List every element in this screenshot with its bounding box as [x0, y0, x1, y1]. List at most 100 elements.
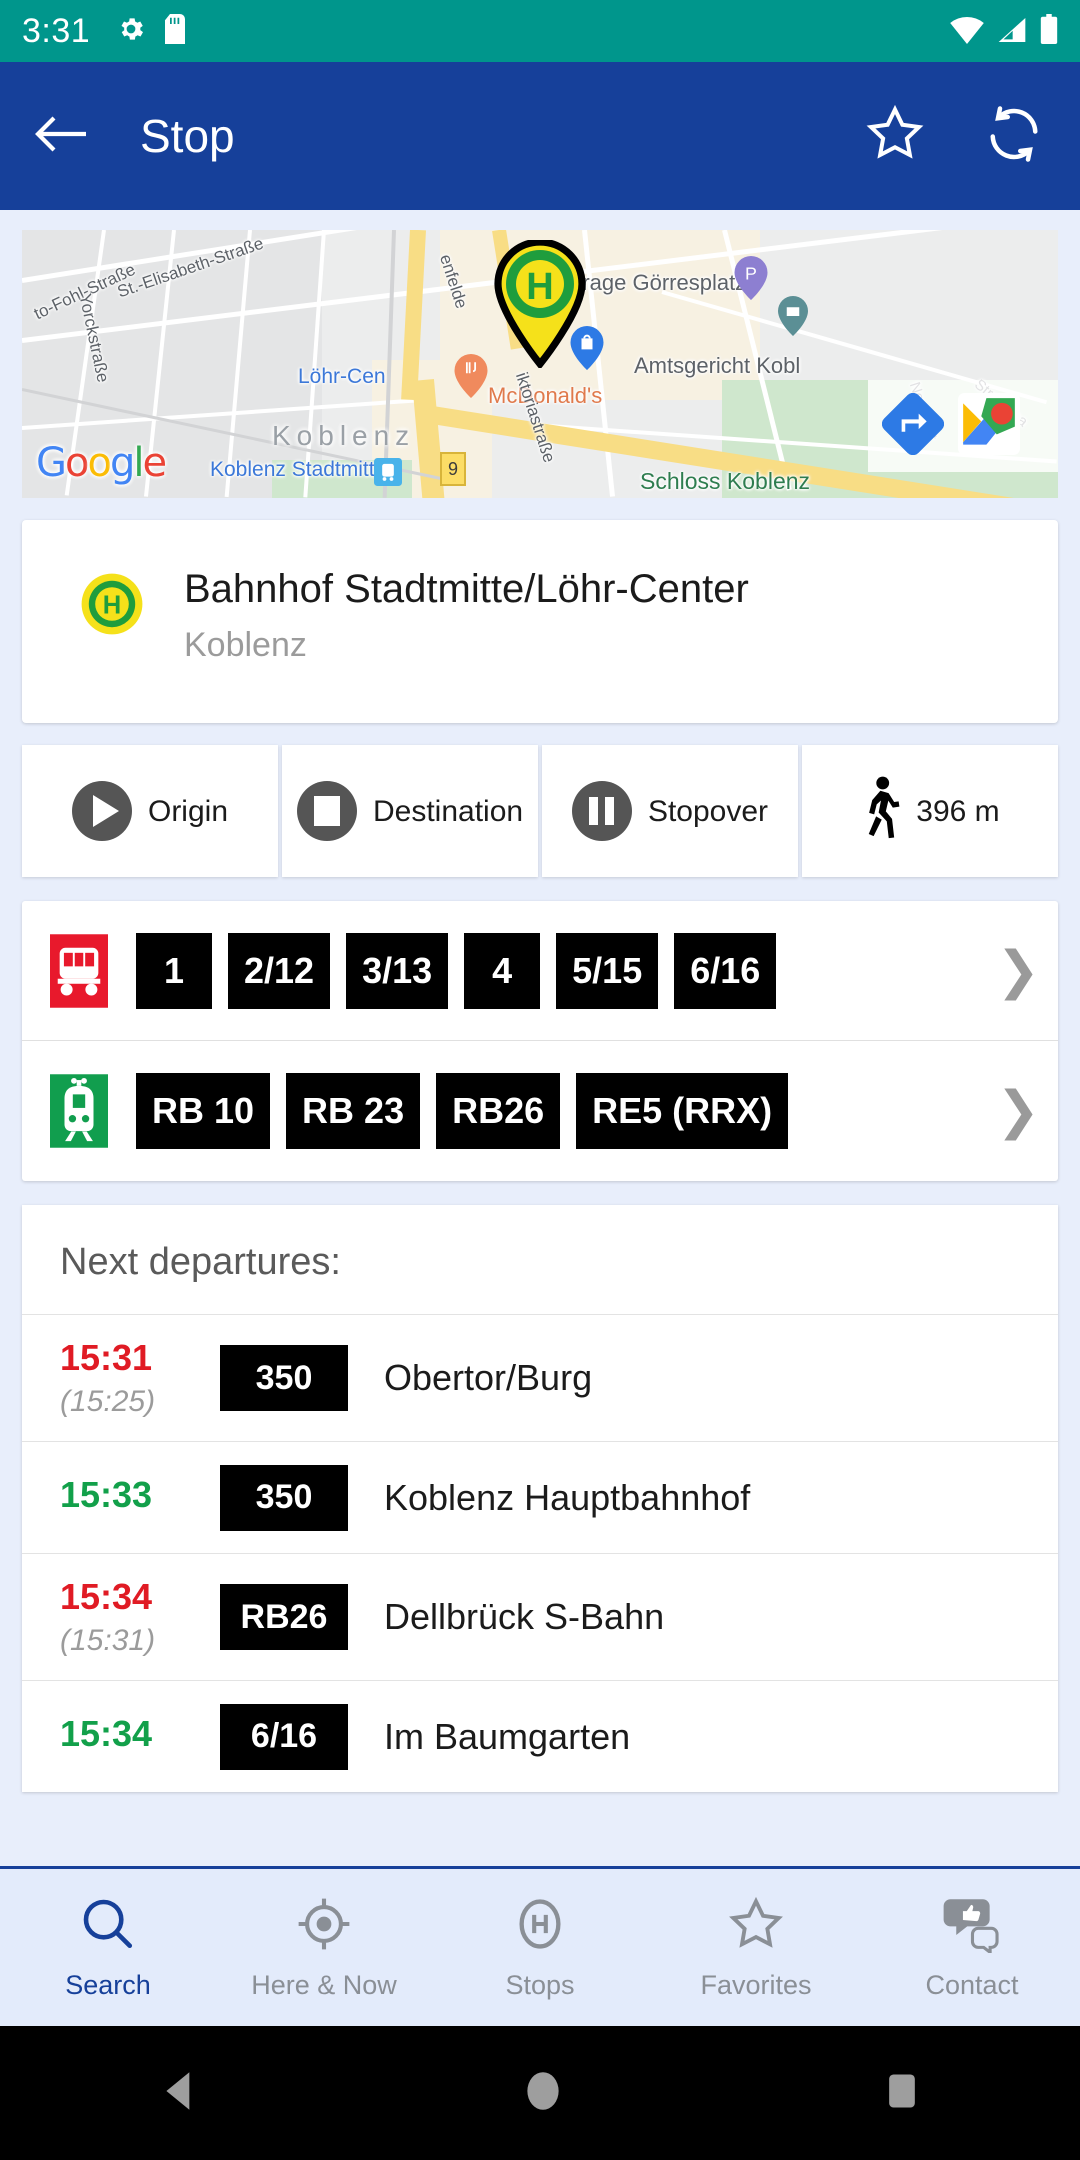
set-destination-button[interactable]: Destination [282, 745, 538, 877]
line-badge[interactable]: 1 [136, 932, 212, 1009]
android-home-icon[interactable] [518, 2066, 568, 2121]
svg-text:H: H [103, 592, 121, 620]
stop-action-buttons: Origin Destination Stopover 396 m [22, 745, 1058, 877]
signal-icon [996, 16, 1028, 49]
set-origin-button[interactable]: Origin [22, 745, 278, 877]
android-back-icon[interactable] [156, 2066, 206, 2121]
set-stopover-button[interactable]: Stopover [542, 745, 798, 877]
departure-destination: Dellbrück S-Bahn [384, 1596, 665, 1637]
feedback-icon [941, 1895, 1003, 1958]
stop-info-card[interactable]: H Bahnhof Stadtmitte/Löhr-Center Koblenz [22, 520, 1058, 723]
line-badge[interactable]: 3/13 [346, 932, 449, 1009]
departure-line-badge: 350 [220, 1345, 348, 1411]
line-badge[interactable]: 2/12 [228, 932, 331, 1009]
train-line-badges: RB 10 RB 23 RB26 RE5 (RRX) [136, 1073, 982, 1149]
crosshair-icon [295, 1895, 353, 1958]
nav-item-contact[interactable]: Contact [864, 1895, 1080, 2001]
train-station-poi-icon [374, 458, 408, 498]
status-bar: 3:31 [0, 0, 1080, 62]
svg-text:P: P [745, 263, 757, 283]
departure-realtime: 15:34 [60, 1712, 153, 1754]
highway-shield: 9 [440, 452, 466, 486]
line-badge[interactable]: RE5 (RRX) [576, 1073, 789, 1149]
departure-line-badge: 6/16 [220, 1703, 348, 1770]
action-label: Origin [147, 794, 229, 828]
departure-row[interactable]: 15:31 (15:25) 350 Obertor/Burg [22, 1314, 1058, 1441]
android-navigation-bar [0, 2026, 1080, 2160]
map-city-label: Koblenz [272, 420, 416, 451]
refresh-icon[interactable] [982, 104, 1046, 169]
departure-line-badge: RB26 [220, 1584, 348, 1650]
map-label: Amtsgericht Kobl [634, 353, 801, 378]
departure-destination: Im Baumgarten [384, 1715, 631, 1757]
map-label: Schloss Koblenz [640, 468, 811, 494]
nav-label: Here & Now [251, 1969, 397, 2000]
bus-icon [48, 933, 110, 1009]
departure-time-block: 15:33 [60, 1474, 220, 1522]
android-recents-icon[interactable] [880, 2066, 924, 2121]
status-bar-notification-icons [116, 13, 186, 49]
departure-row[interactable]: 15:33 350 Koblenz Hauptbahnhof [22, 1441, 1058, 1553]
departure-realtime: 15:31 [60, 1337, 153, 1378]
search-icon [79, 1895, 137, 1958]
chevron-right-icon[interactable]: ❯ [996, 941, 1040, 1001]
line-badge[interactable]: 5/15 [556, 932, 659, 1009]
map-label: Löhr-Cen [298, 365, 386, 388]
departure-line-badge: 350 [220, 1464, 348, 1531]
line-badge[interactable]: 4 [464, 932, 541, 1009]
stop-name: Bahnhof Stadtmitte/Löhr-Center [184, 567, 749, 611]
departure-realtime: 15:34 [60, 1576, 153, 1617]
bus-stop-marker-icon[interactable]: H [492, 238, 588, 373]
action-label: Stopover [647, 794, 769, 828]
lines-card: 1 2/12 3/13 4 5/15 6/16 ❯ RB 10 RB 23 RB… [22, 901, 1058, 1181]
bottom-navigation: Search Here & Now Stops Favorites Contac… [0, 1866, 1080, 2026]
page-title: Stop [140, 110, 235, 162]
stop-circle-icon [297, 781, 357, 841]
app-bar-actions [864, 104, 1046, 169]
stop-map[interactable]: to-Fohl-Straße St.-Elisabeth-Straße Yorc… [22, 230, 1058, 498]
nav-label: Contact [925, 1969, 1019, 2000]
museum-poi-icon [778, 296, 812, 340]
nav-item-search[interactable]: Search [0, 1895, 216, 2001]
walking-distance-button[interactable]: 396 m [802, 745, 1058, 877]
stop-city: Koblenz [184, 626, 307, 664]
main-content: to-Fohl-Straße St.-Elisabeth-Straße Yorc… [0, 210, 1080, 1866]
line-badge[interactable]: RB 10 [136, 1073, 271, 1149]
stop-h-icon [511, 1895, 569, 1958]
status-bar-system-icons [950, 13, 1058, 49]
map-label: Koblenz Stadtmitte [210, 458, 387, 481]
train-lines-row[interactable]: RB 10 RB 23 RB26 RE5 (RRX) ❯ [22, 1041, 1058, 1181]
nav-item-here-and-now[interactable]: Here & Now [216, 1895, 432, 2001]
parking-poi-icon: P [734, 256, 768, 300]
app-bar: Stop [0, 62, 1080, 210]
chevron-right-icon[interactable]: ❯ [996, 1081, 1040, 1141]
nav-label: Favorites [700, 1969, 812, 2000]
star-icon [726, 1895, 786, 1958]
back-arrow-icon[interactable] [34, 112, 90, 161]
line-badge[interactable]: RB 23 [286, 1073, 421, 1149]
gear-icon [116, 14, 146, 49]
nav-item-stops[interactable]: Stops [432, 1895, 648, 2001]
departures-title: Next departures: [60, 1241, 341, 1283]
pause-circle-icon [571, 781, 632, 841]
departure-destination: Koblenz Hauptbahnhof [384, 1476, 751, 1518]
bus-lines-row[interactable]: 1 2/12 3/13 4 5/15 6/16 ❯ [22, 901, 1058, 1041]
departure-destination: Obertor/Burg [384, 1357, 593, 1398]
restaurant-poi-icon [454, 354, 488, 398]
bus-stop-h-icon: H [80, 572, 144, 641]
directions-icon[interactable] [881, 392, 945, 460]
star-outline-icon[interactable] [864, 104, 926, 169]
action-label: Destination [373, 794, 524, 828]
line-badge[interactable]: 6/16 [674, 932, 777, 1009]
sd-card-icon [164, 13, 186, 49]
departure-row[interactable]: 15:34 6/16 Im Baumgarten [22, 1680, 1058, 1792]
line-badge[interactable]: RB26 [436, 1073, 561, 1149]
open-google-maps-icon[interactable] [958, 392, 1020, 460]
departure-time-block: 15:31 (15:25) [60, 1337, 220, 1419]
departure-time-block: 15:34 [60, 1713, 220, 1761]
departure-row[interactable]: 15:34 (15:31) RB26 Dellbrück S-Bahn [22, 1553, 1058, 1680]
nav-item-favorites[interactable]: Favorites [648, 1895, 864, 2001]
departures-card: Next departures: 15:31 (15:25) 350 Obert… [22, 1205, 1058, 1792]
departure-time-block: 15:34 (15:31) [60, 1576, 220, 1658]
app-screen: 3:31 Stop to-Fohl-Straße St.-Elisabeth-S… [0, 0, 1080, 2160]
